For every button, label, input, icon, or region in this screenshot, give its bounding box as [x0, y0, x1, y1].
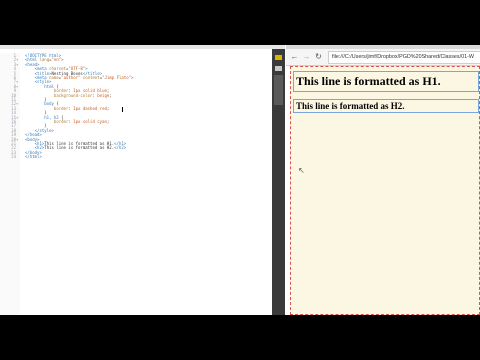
- address-bar[interactable]: file:///C:/Users/jimf/Dropbox/PGD%20Shar…: [328, 51, 480, 64]
- browser-toolbar: ← → ↻ file:///C:/Users/jimf/Dropbox/PGD%…: [286, 49, 480, 66]
- editor-top-bar: [0, 45, 285, 49]
- text-cursor: [122, 107, 123, 112]
- line-number: 24: [11, 154, 16, 160]
- fold-toggle-icon[interactable]: ▾: [16, 101, 18, 106]
- screen: 1 2 3 4 5 6 7 8 9 10 11 12 13 14 15 16 17 18 19 20 21 22 23 24 …: [0, 45, 480, 315]
- warning-marker-icon[interactable]: [275, 55, 282, 60]
- scroll-marker-icon[interactable]: [275, 66, 282, 71]
- code-line[interactable]: </html>: [25, 154, 42, 159]
- reload-button[interactable]: ↻: [314, 52, 323, 62]
- fold-toggle-icon[interactable]: ▾: [16, 62, 18, 67]
- code-editor[interactable]: 1 2 3 4 5 6 7 8 9 10 11 12 13 14 15 16 17 18 19 20 21 22 23 24 …: [0, 45, 285, 315]
- arrow-left-icon: ←: [290, 52, 299, 61]
- fold-toggle-icon[interactable]: ▾: [16, 137, 18, 142]
- back-button[interactable]: ←: [290, 52, 299, 62]
- reload-icon: ↻: [315, 52, 322, 61]
- arrow-right-icon: →: [302, 52, 311, 61]
- url-text: file:///C:/Users/jimf/Dropbox/PGD%20Shar…: [332, 54, 474, 60]
- browser-window: ← → ↻ file:///C:/Users/jimf/Dropbox/PGD%…: [286, 45, 480, 315]
- fold-toggle-icon[interactable]: ▾: [16, 115, 18, 120]
- fold-toggle-icon[interactable]: ▾: [16, 84, 18, 89]
- heading-h2: This line is formatted as H2.: [293, 99, 479, 113]
- forward-button[interactable]: →: [302, 52, 311, 62]
- editor-scrollbar[interactable]: [272, 49, 285, 315]
- line-number-gutter: 1 2 3 4 5 6 7 8 9 10 11 12 13 14 15 16 17 18 19 20 21 22 23 24: [0, 53, 20, 315]
- mouse-cursor-icon: ↖: [298, 166, 305, 175]
- page-body: This line is formatted as H1. This line …: [290, 66, 480, 315]
- heading-h1: This line is formatted as H1.: [293, 71, 479, 92]
- scrollbar-thumb[interactable]: [274, 75, 283, 105]
